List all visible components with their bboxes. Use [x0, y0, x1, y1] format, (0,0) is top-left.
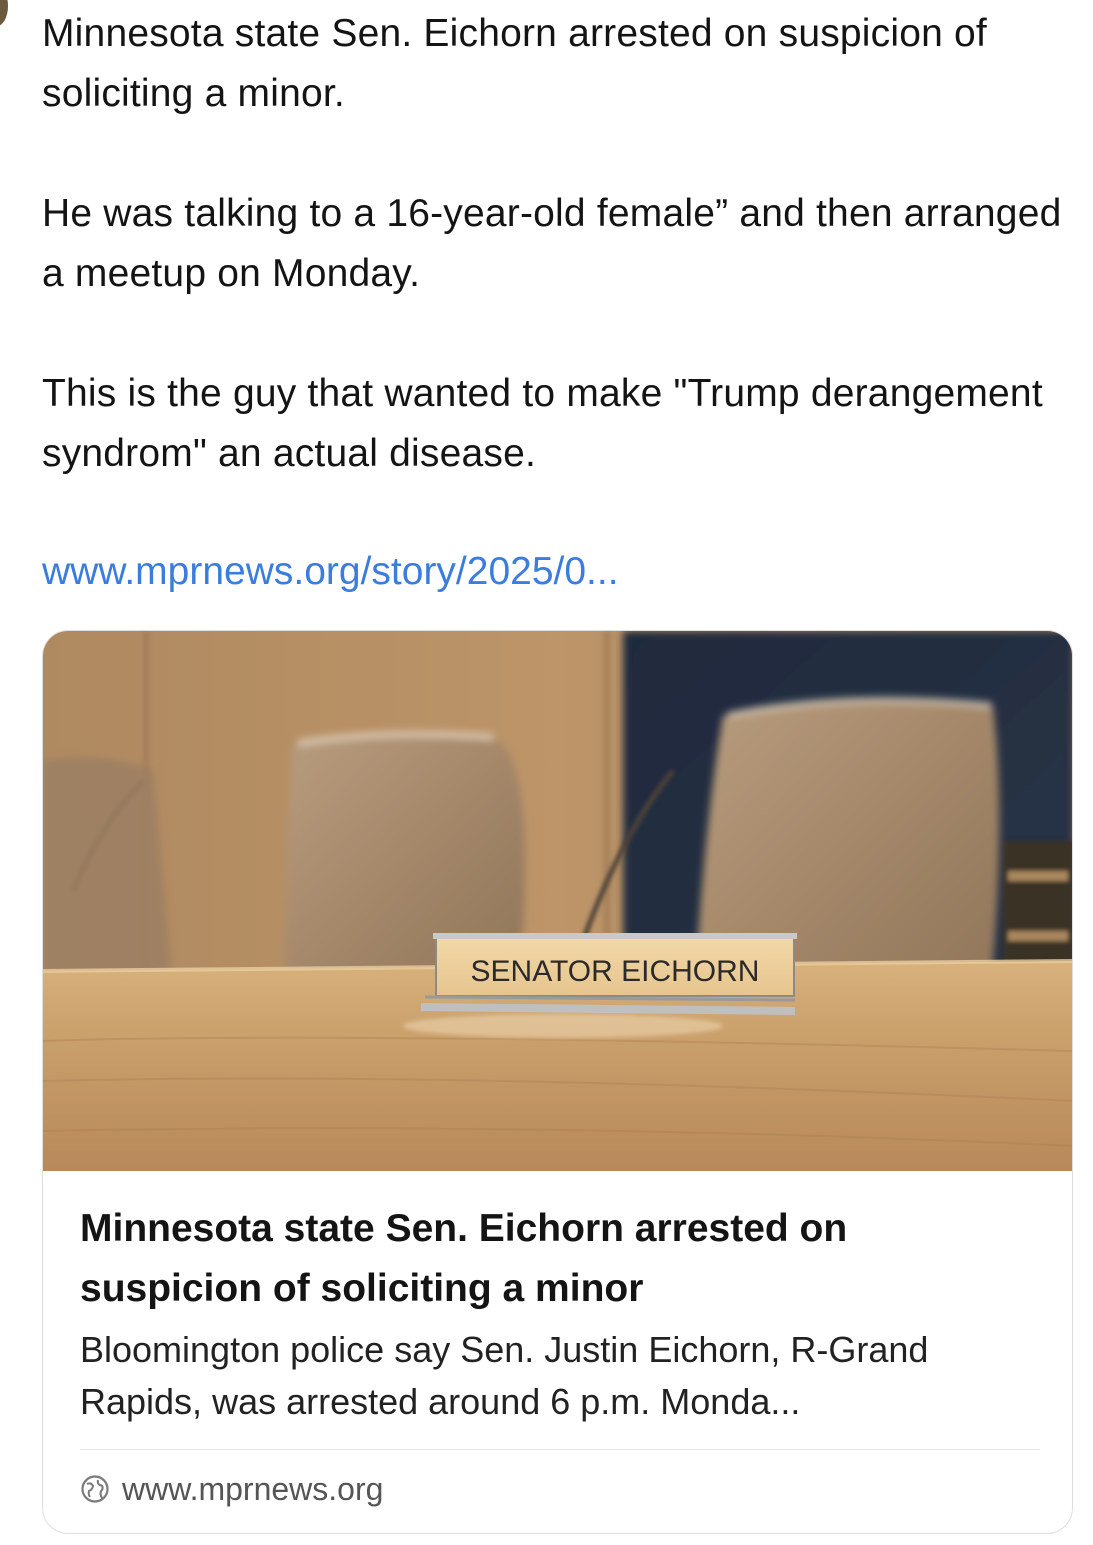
post-body: Minnesota state Sen. Eichorn arrested on…	[42, 4, 1082, 544]
nameplate-text: SENATOR EICHORN	[471, 955, 760, 988]
avatar[interactable]	[0, 0, 8, 26]
article-image: SENATOR EICHORN	[43, 631, 1072, 1171]
card-divider	[80, 1449, 1040, 1450]
post-paragraph-2: He was talking to a 16-year-old female” …	[42, 192, 1062, 295]
post-paragraph-1: Minnesota state Sen. Eichorn arrested on…	[42, 12, 987, 115]
source-domain: www.mprnews.org	[122, 1470, 384, 1507]
card-title[interactable]: Minnesota state Sen. Eichorn arrested on…	[80, 1199, 1040, 1319]
globe-icon	[81, 1475, 109, 1503]
post-paragraph-3: This is the guy that wanted to make "Tru…	[42, 372, 1043, 475]
card-description: Bloomington police say Sen. Justin Eicho…	[80, 1329, 929, 1422]
post-link[interactable]: www.mprnews.org/story/2025/0...	[42, 542, 619, 602]
link-preview-card[interactable]: SENATOR EICHORN Minnesota state Sen. Eic…	[42, 630, 1073, 1534]
card-source[interactable]: www.mprnews.org	[80, 1467, 383, 1511]
